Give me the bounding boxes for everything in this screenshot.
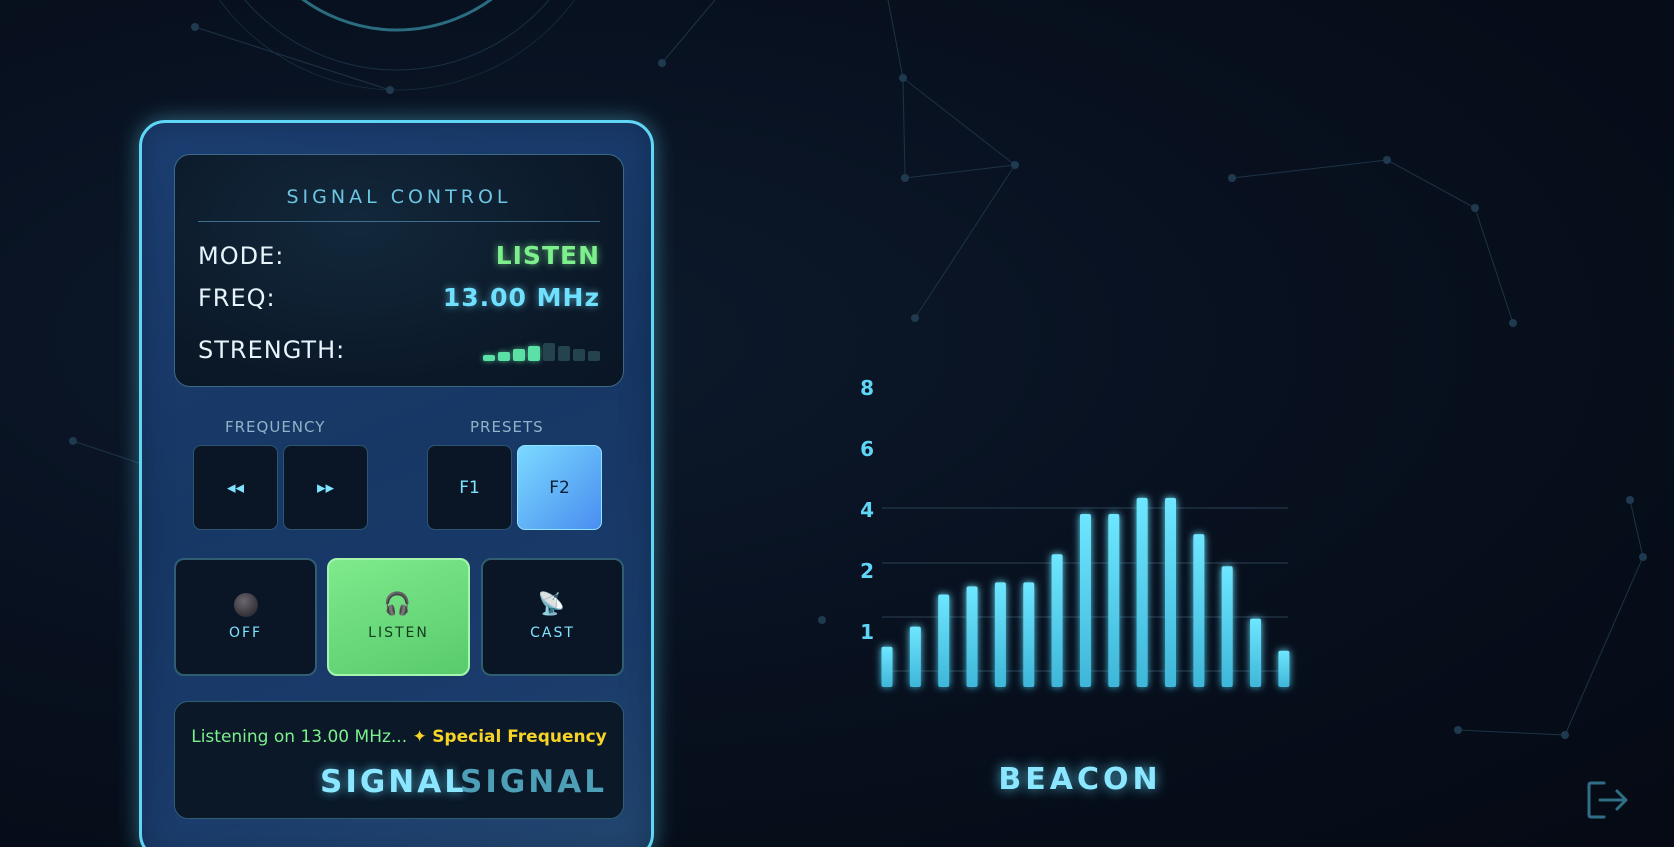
strength-bar xyxy=(558,346,570,361)
signal-strength-meter xyxy=(483,341,600,361)
signal-logo-primary: SIGNAL xyxy=(320,764,467,800)
strength-bar xyxy=(513,349,525,361)
status-box: Listening on 13.00 MHz... ✦ Special Freq… xyxy=(174,701,624,819)
rewind-icon: ◂◂ xyxy=(226,477,245,498)
beacon-bar-chart: 1 2 4 6 8 xyxy=(860,376,1290,687)
chart-bar xyxy=(1108,514,1120,687)
chart-bar xyxy=(1278,650,1290,687)
chart-bar xyxy=(909,626,921,687)
chart-bar xyxy=(1165,497,1176,687)
fast-forward-icon: ▸▸ xyxy=(316,477,335,498)
logout-icon[interactable] xyxy=(1586,780,1630,820)
preset-f2-label: F2 xyxy=(549,477,570,498)
strength-label: STRENGTH: xyxy=(198,336,346,364)
chart-bar xyxy=(1250,618,1262,687)
strength-bar xyxy=(498,352,510,361)
mode-cast-button[interactable]: 📡 CAST xyxy=(481,558,624,676)
status-text: Listening on 13.00 MHz... xyxy=(191,727,408,747)
chart-bar xyxy=(994,582,1006,687)
strength-bar xyxy=(573,349,585,361)
chart-bar xyxy=(1193,534,1205,687)
headphones-icon: 🎧 xyxy=(383,592,414,617)
preset-f1-label: F1 xyxy=(459,477,480,498)
beacon-label: BEACON xyxy=(998,762,1162,797)
strength-bar xyxy=(528,346,540,361)
mode-cast-label: CAST xyxy=(530,625,575,641)
chart-bar xyxy=(938,594,950,687)
power-off-dot-icon xyxy=(233,593,258,619)
sparkle-icon: ✦ xyxy=(412,727,427,747)
mode-off-label: OFF xyxy=(228,625,263,641)
frequency-down-button[interactable]: ◂◂ xyxy=(193,445,278,530)
y-tick-label: 4 xyxy=(860,498,874,522)
freq-value: 13.00 MHz xyxy=(442,283,600,312)
y-tick-label: 8 xyxy=(860,376,874,400)
chart-bar xyxy=(1051,554,1063,687)
signal-display: SIGNAL CONTROL MODE: LISTEN FREQ: 13.00 … xyxy=(174,154,624,387)
freq-label: FREQ: xyxy=(198,284,276,312)
mode-listen-button[interactable]: 🎧 LISTEN xyxy=(327,558,470,676)
mode-off-button[interactable]: OFF xyxy=(174,558,317,676)
chart-bar xyxy=(1221,566,1233,687)
y-tick-label: 2 xyxy=(860,559,874,583)
mode-label: MODE: xyxy=(198,242,285,270)
strength-bar xyxy=(543,343,555,361)
chart-bar xyxy=(1079,514,1091,687)
presets-group-label: PRESETS xyxy=(470,418,544,436)
y-tick-label: 6 xyxy=(860,437,874,461)
frequency-group-label: FREQUENCY xyxy=(225,418,326,436)
strength-bar xyxy=(483,355,495,361)
display-title: SIGNAL CONTROL xyxy=(286,186,512,208)
display-divider xyxy=(198,221,600,222)
y-tick-label: 1 xyxy=(860,620,874,644)
preset-f1-button[interactable]: F1 xyxy=(427,445,512,530)
chart-bar xyxy=(1023,582,1035,687)
beacon-chart: 1 2 4 6 8 xyxy=(840,360,1300,700)
satellite-dish-icon: 📡 xyxy=(537,592,568,617)
mode-listen-label: LISTEN xyxy=(368,625,429,641)
chart-bar xyxy=(966,586,978,687)
signal-logo-secondary: SIGNAL xyxy=(460,764,607,800)
special-frequency-text: Special Frequency xyxy=(432,727,607,747)
strength-bar xyxy=(588,351,600,361)
preset-f2-button[interactable]: F2 xyxy=(517,445,602,530)
signal-control-panel: SIGNAL CONTROL MODE: LISTEN FREQ: 13.00 … xyxy=(139,120,654,847)
mode-value: LISTEN xyxy=(495,241,600,270)
chart-bar xyxy=(1136,497,1148,687)
chart-bar xyxy=(881,646,893,687)
status-message: Listening on 13.00 MHz... ✦ Special Freq… xyxy=(175,724,623,750)
frequency-up-button[interactable]: ▸▸ xyxy=(283,445,368,530)
